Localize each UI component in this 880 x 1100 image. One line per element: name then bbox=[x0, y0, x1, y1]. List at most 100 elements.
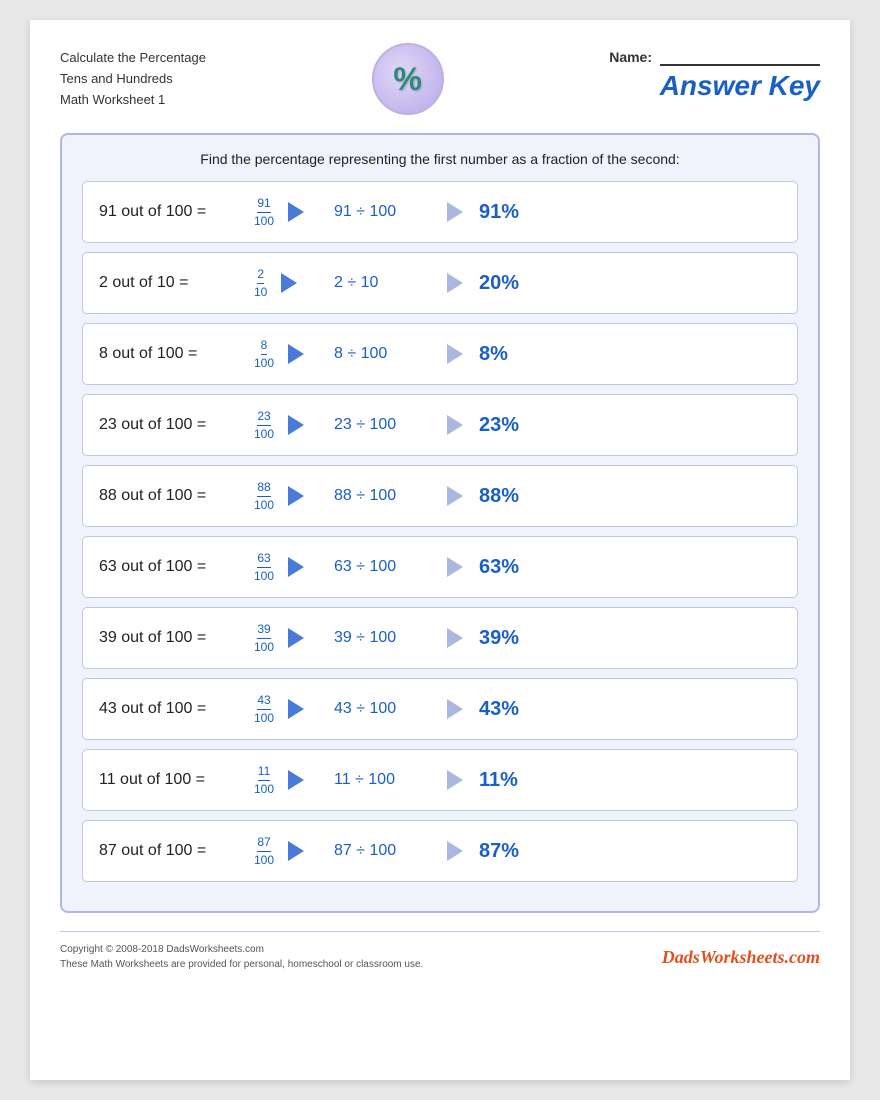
denominator-9: 100 bbox=[254, 852, 274, 867]
problem-text-1: 2 out of 10 = bbox=[99, 274, 254, 292]
problem-row: 91 out of 100 = 91 100 91 ÷ 100 91% bbox=[82, 181, 798, 243]
name-line: Name: bbox=[609, 48, 820, 66]
title-line2: Tens and Hundreds bbox=[60, 69, 206, 90]
instruction: Find the percentage representing the fir… bbox=[82, 151, 798, 167]
arrow-filled-6 bbox=[288, 628, 304, 648]
arrow-filled-3 bbox=[288, 415, 304, 435]
percent-result-1: 20% bbox=[479, 272, 519, 295]
problem-text-7: 43 out of 100 = bbox=[99, 700, 254, 718]
fraction-area-3: 23 100 bbox=[254, 409, 334, 441]
fraction-4: 88 100 bbox=[254, 480, 274, 512]
arrow-outline-1 bbox=[447, 273, 463, 293]
footer-brand-dads: Dads bbox=[662, 947, 700, 967]
division-expr-4: 88 ÷ 100 bbox=[334, 487, 439, 505]
denominator-3: 100 bbox=[254, 426, 274, 441]
problem-row: 39 out of 100 = 39 100 39 ÷ 100 39% bbox=[82, 607, 798, 669]
footer: Copyright © 2008-2018 DadsWorksheets.com… bbox=[60, 931, 820, 972]
percent-result-6: 39% bbox=[479, 627, 519, 650]
header-right: Name: Answer Key bbox=[609, 48, 820, 102]
footer-left: Copyright © 2008-2018 DadsWorksheets.com… bbox=[60, 942, 423, 972]
arrow-outline-6 bbox=[447, 628, 463, 648]
arrow-filled-9 bbox=[288, 841, 304, 861]
arrow-filled-2 bbox=[288, 344, 304, 364]
problem-row: 88 out of 100 = 88 100 88 ÷ 100 88% bbox=[82, 465, 798, 527]
problem-row: 2 out of 10 = 2 10 2 ÷ 10 20% bbox=[82, 252, 798, 314]
problem-row: 8 out of 100 = 8 100 8 ÷ 100 8% bbox=[82, 323, 798, 385]
arrow-filled-0 bbox=[288, 202, 304, 222]
denominator-6: 100 bbox=[254, 639, 274, 654]
numerator-6: 39 bbox=[257, 622, 270, 638]
problem-row: 43 out of 100 = 43 100 43 ÷ 100 43% bbox=[82, 678, 798, 740]
fraction-area-0: 91 100 bbox=[254, 196, 334, 228]
problem-row: 63 out of 100 = 63 100 63 ÷ 100 63% bbox=[82, 536, 798, 598]
denominator-2: 100 bbox=[254, 355, 274, 370]
division-expr-7: 43 ÷ 100 bbox=[334, 700, 439, 718]
fraction-1: 2 10 bbox=[254, 267, 267, 299]
numerator-3: 23 bbox=[257, 409, 270, 425]
answer-key-label: Answer Key bbox=[660, 70, 820, 102]
fraction-area-2: 8 100 bbox=[254, 338, 334, 370]
fraction-5: 63 100 bbox=[254, 551, 274, 583]
footer-brand: DadsWorksheets.com bbox=[662, 947, 820, 968]
problem-text-6: 39 out of 100 = bbox=[99, 629, 254, 647]
footer-copyright: Copyright © 2008-2018 DadsWorksheets.com bbox=[60, 942, 423, 957]
arrow-filled-8 bbox=[288, 770, 304, 790]
denominator-8: 100 bbox=[254, 781, 274, 796]
header-center: % bbox=[372, 43, 444, 115]
arrow-filled-5 bbox=[288, 557, 304, 577]
fraction-area-8: 11 100 bbox=[254, 764, 334, 796]
percent-result-2: 8% bbox=[479, 343, 508, 366]
arrow-outline-4 bbox=[447, 486, 463, 506]
numerator-0: 91 bbox=[257, 196, 270, 212]
denominator-5: 100 bbox=[254, 568, 274, 583]
division-expr-8: 11 ÷ 100 bbox=[334, 771, 439, 789]
title-line3: Math Worksheet 1 bbox=[60, 90, 206, 111]
percent-result-4: 88% bbox=[479, 485, 519, 508]
arrow-outline-3 bbox=[447, 415, 463, 435]
problem-text-9: 87 out of 100 = bbox=[99, 842, 254, 860]
fraction-area-7: 43 100 bbox=[254, 693, 334, 725]
header-left: Calculate the Percentage Tens and Hundre… bbox=[60, 48, 206, 110]
fraction-area-9: 87 100 bbox=[254, 835, 334, 867]
percent-result-8: 11% bbox=[479, 769, 518, 792]
problem-text-2: 8 out of 100 = bbox=[99, 345, 254, 363]
percent-result-0: 91% bbox=[479, 201, 519, 224]
fraction-3: 23 100 bbox=[254, 409, 274, 441]
numerator-4: 88 bbox=[257, 480, 270, 496]
numerator-2: 8 bbox=[261, 338, 268, 354]
problem-text-8: 11 out of 100 = bbox=[99, 771, 254, 789]
numerator-1: 2 bbox=[257, 267, 264, 283]
name-label: Name: bbox=[609, 49, 652, 65]
fraction-2: 8 100 bbox=[254, 338, 274, 370]
percent-result-7: 43% bbox=[479, 698, 519, 721]
fraction-0: 91 100 bbox=[254, 196, 274, 228]
arrow-filled-4 bbox=[288, 486, 304, 506]
main-box: Find the percentage representing the fir… bbox=[60, 133, 820, 913]
arrow-outline-5 bbox=[447, 557, 463, 577]
division-expr-5: 63 ÷ 100 bbox=[334, 558, 439, 576]
numerator-8: 11 bbox=[258, 764, 270, 780]
problem-row: 87 out of 100 = 87 100 87 ÷ 100 87% bbox=[82, 820, 798, 882]
arrow-outline-2 bbox=[447, 344, 463, 364]
numerator-5: 63 bbox=[257, 551, 270, 567]
problem-row: 23 out of 100 = 23 100 23 ÷ 100 23% bbox=[82, 394, 798, 456]
fraction-8: 11 100 bbox=[254, 764, 274, 796]
division-expr-9: 87 ÷ 100 bbox=[334, 842, 439, 860]
problem-text-5: 63 out of 100 = bbox=[99, 558, 254, 576]
numerator-9: 87 bbox=[257, 835, 270, 851]
arrow-filled-1 bbox=[281, 273, 297, 293]
arrow-outline-8 bbox=[447, 770, 463, 790]
title-line1: Calculate the Percentage bbox=[60, 48, 206, 69]
division-expr-0: 91 ÷ 100 bbox=[334, 203, 439, 221]
percent-result-5: 63% bbox=[479, 556, 519, 579]
denominator-7: 100 bbox=[254, 710, 274, 725]
problem-row: 11 out of 100 = 11 100 11 ÷ 100 11% bbox=[82, 749, 798, 811]
arrow-outline-9 bbox=[447, 841, 463, 861]
denominator-4: 100 bbox=[254, 497, 274, 512]
fraction-area-6: 39 100 bbox=[254, 622, 334, 654]
denominator-0: 100 bbox=[254, 213, 274, 228]
fraction-area-5: 63 100 bbox=[254, 551, 334, 583]
name-underline bbox=[660, 48, 820, 66]
fraction-7: 43 100 bbox=[254, 693, 274, 725]
fraction-area-4: 88 100 bbox=[254, 480, 334, 512]
